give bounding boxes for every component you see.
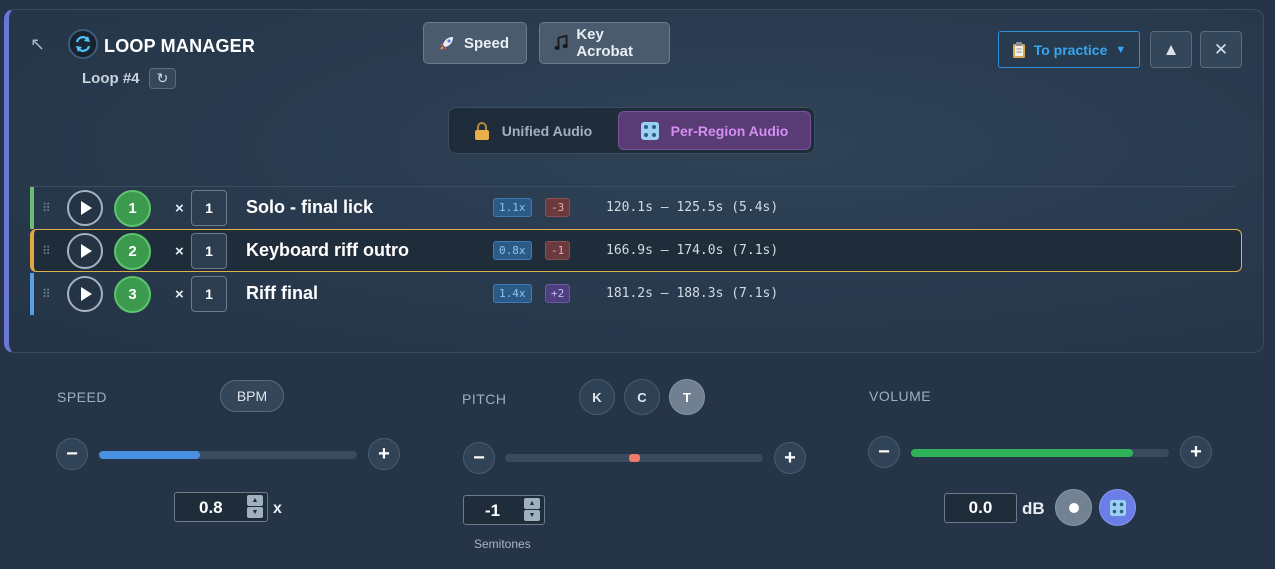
speed-slider[interactable] <box>99 451 357 459</box>
repeat-times-sign: × <box>175 243 184 260</box>
reload-icon: ↻ <box>156 70 169 86</box>
speed-badge: 1.1x <box>493 198 532 217</box>
speed-value: 0.8 <box>199 498 223 517</box>
loop-name: Solo - final lick <box>246 197 374 217</box>
close-button[interactable]: ✕ <box>1200 31 1242 68</box>
spinner-down-icon[interactable]: ▼ <box>247 507 263 518</box>
close-icon: ✕ <box>1213 39 1229 59</box>
spinner-up-icon[interactable]: ▲ <box>524 498 540 509</box>
speed-section-label: SPEED <box>57 389 107 405</box>
pitch-mode-t-button[interactable]: T <box>669 379 705 415</box>
time-range: 181.2s – 188.3s (7.1s) <box>606 286 779 301</box>
pitch-slider-marker[interactable] <box>628 454 640 462</box>
loop-number-badge: 3 <box>114 276 151 313</box>
repeat-times-sign: × <box>175 200 184 217</box>
unified-audio-label: Unified Audio <box>501 122 593 139</box>
back-arrow-icon[interactable]: ↖ <box>30 34 45 55</box>
speed-increase-button[interactable]: + <box>368 438 400 470</box>
loop-row[interactable]: ⠿ 1 × 1 Solo - final lick 1.1x -3 120.1s… <box>30 187 1242 229</box>
music-note-icon <box>554 34 568 50</box>
per-region-audio-option[interactable]: Per-Region Audio <box>618 111 811 150</box>
speed-slider-fill <box>99 451 200 459</box>
speed-tool-button[interactable]: Speed <box>423 22 527 64</box>
dot-icon <box>1068 502 1079 513</box>
pitch-slider[interactable] <box>505 454 763 462</box>
pitch-mode-k-button[interactable]: K <box>579 379 615 415</box>
speed-value-input[interactable]: 0.8 ▲ ▼ <box>174 492 268 522</box>
repeat-count-input[interactable]: 1 <box>191 190 227 226</box>
loop-row[interactable]: ⠿ 2 × 1 Keyboard riff outro 0.8x -1 166.… <box>30 229 1242 272</box>
audio-mode-toggle: Unified Audio Per-Region Audio <box>448 107 815 154</box>
loop-number-label: Loop #4 <box>82 70 140 87</box>
mute-toggle-button[interactable] <box>1055 489 1092 526</box>
pitch-badge: -3 <box>545 198 571 217</box>
volume-unit: dB <box>1022 499 1045 518</box>
loop-number-badge: 1 <box>114 190 151 227</box>
pitch-decrease-button[interactable]: − <box>463 442 495 474</box>
volume-value-input[interactable]: 0.0 <box>944 493 1017 523</box>
pitch-value: -1 <box>485 501 501 520</box>
spinner-up-icon[interactable]: ▲ <box>247 495 263 506</box>
triangle-up-icon: ▲ <box>1162 39 1180 59</box>
drag-handle-icon[interactable]: ⠿ <box>42 287 51 301</box>
volume-increase-button[interactable]: + <box>1180 436 1212 468</box>
pitch-value-input[interactable]: -1 ▲ ▼ <box>463 495 545 525</box>
control-knobs-icon <box>1109 499 1126 516</box>
repeat-count-input[interactable]: 1 <box>191 233 227 269</box>
semitones-label: Semitones <box>474 537 531 551</box>
collapse-button[interactable]: ▲ <box>1150 31 1192 68</box>
clipboard-icon <box>1012 41 1025 58</box>
drag-handle-icon[interactable]: ⠿ <box>42 201 51 215</box>
pitch-mode-c-button[interactable]: C <box>624 379 660 415</box>
drag-handle-icon[interactable]: ⠿ <box>42 244 51 258</box>
key-acrobat-tool-button[interactable]: Key Acrobat <box>539 22 670 64</box>
pitch-badge: -1 <box>545 241 571 260</box>
spinner-down-icon[interactable]: ▼ <box>524 510 540 521</box>
per-region-audio-label: Per-Region Audio <box>670 122 789 139</box>
pitch-badge: +2 <box>545 284 571 303</box>
bpm-toggle-button[interactable]: BPM <box>220 380 284 412</box>
to-practice-dropdown[interactable]: To practice ▼ <box>998 31 1140 68</box>
time-range: 166.9s – 174.0s (7.1s) <box>606 243 779 258</box>
chevron-down-icon: ▼ <box>1115 43 1127 56</box>
control-knobs-icon <box>640 121 659 140</box>
rocket-icon <box>440 37 453 50</box>
play-button[interactable] <box>67 190 103 226</box>
volume-slider-fill <box>911 449 1133 457</box>
page-title: LOOP MANAGER <box>104 36 256 56</box>
play-button[interactable] <box>67 276 103 312</box>
key-acrobat-tool-label: Key Acrobat <box>576 26 634 60</box>
speed-decrease-button[interactable]: − <box>56 438 88 470</box>
volume-slider[interactable] <box>911 449 1169 457</box>
repeat-count-input[interactable]: 1 <box>191 276 227 312</box>
lock-icon <box>474 121 489 140</box>
volume-section-label: VOLUME <box>869 388 932 404</box>
pitch-spinner[interactable]: ▲ ▼ <box>524 498 540 521</box>
play-button[interactable] <box>67 233 103 269</box>
speed-badge: 1.4x <box>493 284 532 303</box>
reload-button[interactable]: ↻ <box>149 68 176 89</box>
repeat-times-sign: × <box>175 286 184 303</box>
per-region-volume-button[interactable] <box>1099 489 1136 526</box>
loop-name: Riff final <box>246 283 318 303</box>
speed-badge: 0.8x <box>493 241 532 260</box>
loop-row[interactable]: ⠿ 3 × 1 Riff final 1.4x +2 181.2s – 188.… <box>30 273 1242 315</box>
pitch-section-label: PITCH <box>462 391 507 407</box>
loop-number-badge: 2 <box>114 233 151 270</box>
unified-audio-option[interactable]: Unified Audio <box>452 111 614 150</box>
pitch-increase-button[interactable]: + <box>774 442 806 474</box>
speed-tool-label: Speed <box>464 34 510 52</box>
loop-name: Keyboard riff outro <box>246 240 410 260</box>
volume-decrease-button[interactable]: − <box>868 436 900 468</box>
to-practice-label: To practice <box>1033 41 1108 58</box>
time-range: 120.1s – 125.5s (5.4s) <box>606 200 779 215</box>
speed-unit: x <box>273 500 282 517</box>
loop-logo-icon <box>68 29 98 59</box>
speed-spinner[interactable]: ▲ ▼ <box>247 495 263 518</box>
volume-value: 0.0 <box>968 498 993 517</box>
